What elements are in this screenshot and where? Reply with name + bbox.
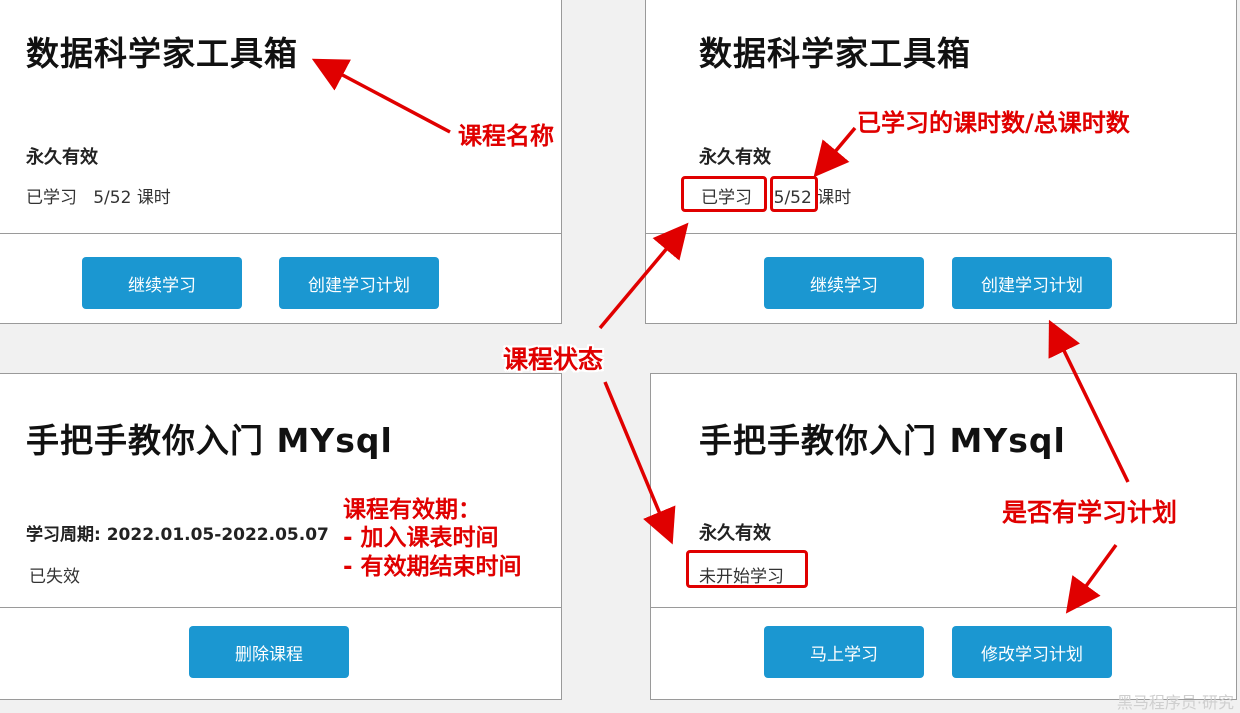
watermark: 黑马程序员·研究 — [1116, 693, 1234, 712]
annotation-course-name: 课程名称 — [458, 122, 554, 150]
annotation-course-status: 课程状态 — [503, 345, 604, 374]
annotation-has-plan: 是否有学习计划 — [1002, 498, 1178, 527]
annotation-lessons-ratio: 已学习的课时数/总课时数 — [857, 109, 1130, 137]
annotation-validity-line2: - 有效期结束时间 — [343, 554, 522, 580]
